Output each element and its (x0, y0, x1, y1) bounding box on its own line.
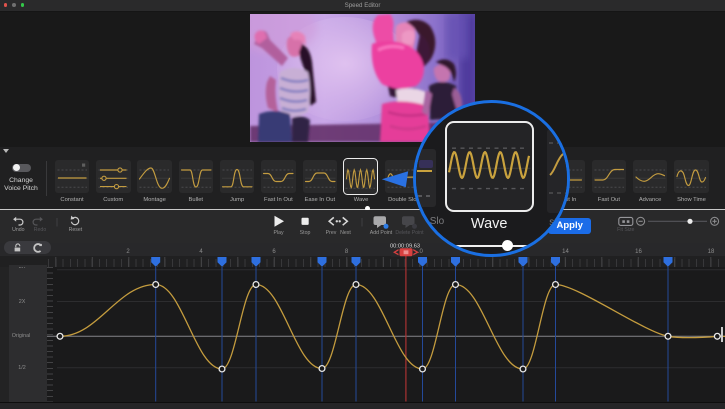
svg-text:2: 2 (126, 249, 130, 255)
svg-text:14: 14 (562, 249, 569, 255)
svg-text:16: 16 (635, 249, 642, 255)
svg-text:8: 8 (345, 249, 349, 255)
svg-text:18: 18 (708, 249, 715, 255)
svg-text:4: 4 (199, 249, 203, 255)
svg-text:00:00:09.63: 00:00:09.63 (390, 243, 420, 249)
svg-text:6: 6 (272, 249, 276, 255)
